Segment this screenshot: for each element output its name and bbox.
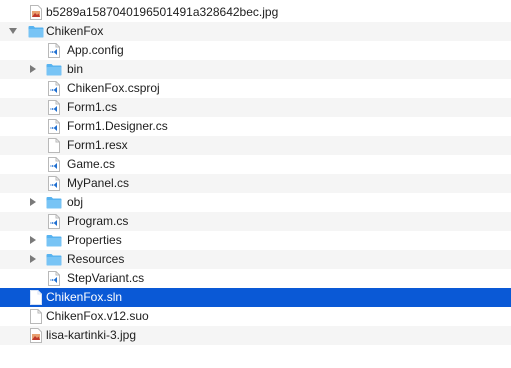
file-name: Game.cs (67, 157, 116, 171)
folder-row[interactable]: obj (0, 193, 511, 212)
vs-file-icon (46, 156, 62, 172)
file-row[interactable]: MyPanel.cs (0, 174, 511, 193)
file-row[interactable]: Form1.cs (0, 98, 511, 117)
disclosure-expanded-icon[interactable] (8, 26, 18, 36)
file-name: Form1.resx (67, 138, 128, 152)
file-row[interactable]: Program.cs (0, 212, 511, 231)
folder-icon (28, 23, 44, 39)
file-name: ChikenFox.sln (46, 290, 123, 304)
file-name: bin (67, 62, 84, 76)
vs-file-icon (46, 270, 62, 286)
disclosure-collapsed-icon[interactable] (28, 235, 38, 245)
disclosure-collapsed-icon[interactable] (28, 64, 38, 74)
folder-icon (46, 61, 62, 77)
file-name: b5289a1587040196501491a328642bec.jpg (46, 5, 279, 19)
file-row[interactable]: lisa-kartinki-3.jpg (0, 326, 511, 345)
file-name: MyPanel.cs (67, 176, 130, 190)
folder-row[interactable]: Resources (0, 250, 511, 269)
file-name: Form1.cs (67, 100, 118, 114)
file-row[interactable]: StepVariant.cs (0, 269, 511, 288)
file-row-selected[interactable]: ChikenFox.sln (0, 288, 511, 307)
file-row[interactable]: Game.cs (0, 155, 511, 174)
folder-icon (46, 194, 62, 210)
file-name: ChikenFox (46, 24, 104, 38)
disclosure-collapsed-icon[interactable] (28, 197, 38, 207)
file-row[interactable]: ChikenFox.v12.suo (0, 307, 511, 326)
file-row[interactable]: App.config (0, 41, 511, 60)
folder-row[interactable]: bin (0, 60, 511, 79)
file-name: StepVariant.cs (67, 271, 145, 285)
file-name: Resources (67, 252, 125, 266)
file-name: obj (67, 195, 84, 209)
folder-icon (46, 232, 62, 248)
vs-file-icon (46, 118, 62, 134)
file-name: ChikenFox.csproj (67, 81, 160, 95)
document-icon (28, 308, 44, 324)
folder-icon (46, 251, 62, 267)
file-row[interactable]: b5289a1587040196501491a328642bec.jpg (0, 3, 511, 22)
disclosure-collapsed-icon[interactable] (28, 254, 38, 264)
file-name: Program.cs (67, 214, 129, 228)
file-name: Properties (67, 233, 122, 247)
file-name: ChikenFox.v12.suo (46, 309, 149, 323)
folder-row[interactable]: ChikenFox (0, 22, 511, 41)
vs-file-icon (46, 175, 62, 191)
file-tree: b5289a1587040196501491a328642bec.jpg Chik… (0, 0, 511, 368)
vs-file-icon (46, 99, 62, 115)
document-icon (46, 137, 62, 153)
vs-file-icon (46, 80, 62, 96)
file-name: lisa-kartinki-3.jpg (46, 328, 137, 342)
folder-row[interactable]: Properties (0, 231, 511, 250)
file-row[interactable]: Form1.resx (0, 136, 511, 155)
file-name: App.config (67, 43, 124, 57)
file-name: Form1.Designer.cs (67, 119, 168, 133)
file-row[interactable]: ChikenFox.csproj (0, 79, 511, 98)
vs-file-icon (46, 213, 62, 229)
vs-file-icon (46, 42, 62, 58)
file-row[interactable]: Form1.Designer.cs (0, 117, 511, 136)
image-icon (28, 327, 44, 343)
document-icon (28, 289, 44, 305)
image-icon (28, 4, 44, 20)
